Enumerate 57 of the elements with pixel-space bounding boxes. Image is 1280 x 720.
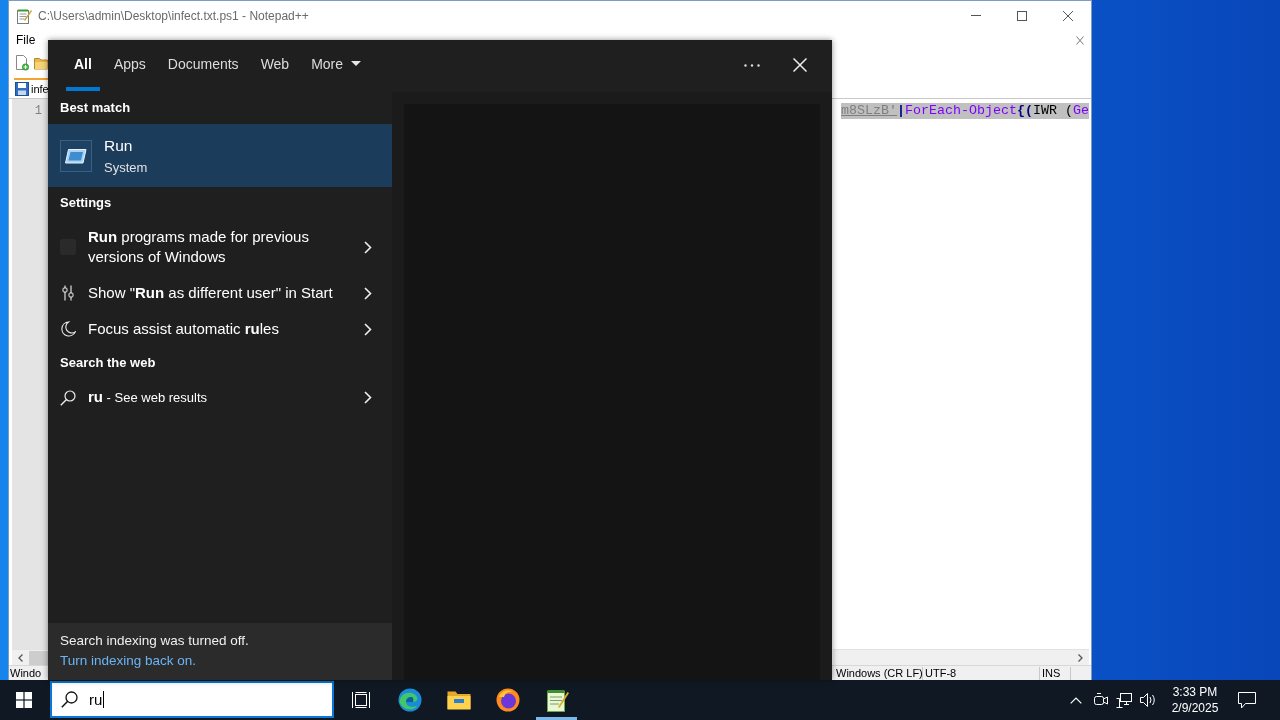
run-dialog-icon — [60, 139, 92, 172]
window-title: C:\Users\admin\Desktop\infect.txt.ps1 - Notepad++ — [38, 8, 309, 23]
minimize-icon — [971, 15, 981, 16]
chevron-right-icon[interactable] — [1078, 653, 1083, 662]
search-icon — [61, 691, 78, 708]
windows-logo-icon[interactable] — [16, 692, 32, 708]
section-heading: Best match — [59, 100, 132, 116]
horizontal-scrollbar[interactable] — [833, 649, 1089, 665]
horizontal-scrollbar[interactable] — [12, 649, 49, 665]
video-camera-icon[interactable] — [1094, 692, 1108, 708]
clock-time[interactable]: 3:33 PM — [1172, 684, 1218, 700]
network-icon[interactable] — [1116, 692, 1132, 708]
text-cursor-icon — [103, 691, 105, 708]
new-file-icon[interactable] — [14, 55, 30, 71]
search-icon — [60, 389, 76, 406]
clock-date[interactable]: 2/9/2025 — [1171, 700, 1219, 716]
best-match-result[interactable]: Run System — [48, 124, 392, 187]
section-heading: Search the web — [59, 355, 157, 371]
globe-icon[interactable] — [495, 688, 520, 712]
status-text: UTF-8 — [923, 666, 1040, 680]
task-view-icon[interactable] — [350, 691, 371, 709]
chevron-up-icon[interactable] — [1070, 696, 1082, 704]
filter-tab[interactable]: More — [303, 40, 370, 91]
swirl-icon[interactable] — [397, 688, 422, 712]
chevron-right-icon — [364, 240, 372, 254]
notepad-icon — [16, 7, 32, 24]
filter-tab[interactable]: Web — [252, 40, 298, 91]
close-icon — [1063, 10, 1073, 21]
scrollbar-thumb[interactable] — [29, 650, 49, 665]
moon-icon — [60, 321, 76, 337]
indexing-message: Search indexing was turned off. — [60, 633, 249, 649]
section-heading: Settings — [59, 195, 113, 211]
chevron-right-icon — [364, 286, 372, 300]
settings-result[interactable]: Run programs made for previous versions of Windows — [48, 219, 392, 275]
sliders-icon — [60, 285, 76, 301]
turn-indexing-on-link[interactable]: Turn indexing back on. — [60, 653, 197, 669]
folder-icon[interactable] — [446, 690, 471, 710]
more-options-icon[interactable] — [744, 63, 760, 67]
chevron-right-icon — [364, 322, 372, 336]
status-text: Windo — [10, 666, 42, 680]
chevron-right-icon — [364, 391, 372, 404]
notepad-icon[interactable] — [544, 688, 569, 712]
notification-icon[interactable] — [1238, 691, 1256, 709]
web-search-result[interactable]: ru - See web results — [48, 379, 392, 416]
maximize-icon — [1017, 10, 1027, 21]
filter-tab[interactable]: Apps — [105, 40, 154, 91]
menu-item[interactable]: File — [13, 31, 39, 49]
chevron-left-icon[interactable] — [18, 653, 23, 662]
search-field[interactable]: ru — [50, 681, 334, 718]
status-text: Windows (CR LF) — [834, 666, 923, 680]
line-number: 1 — [33, 103, 43, 119]
settings-result[interactable]: Show "Run as different user" in Start — [48, 275, 392, 311]
filter-tab[interactable]: Documents — [159, 40, 247, 91]
speaker-icon[interactable] — [1140, 692, 1157, 708]
status-text: INS — [1040, 666, 1071, 680]
document-tab[interactable]: infe — [14, 78, 49, 98]
settings-result[interactable]: Focus assist automatic rules — [48, 311, 392, 347]
